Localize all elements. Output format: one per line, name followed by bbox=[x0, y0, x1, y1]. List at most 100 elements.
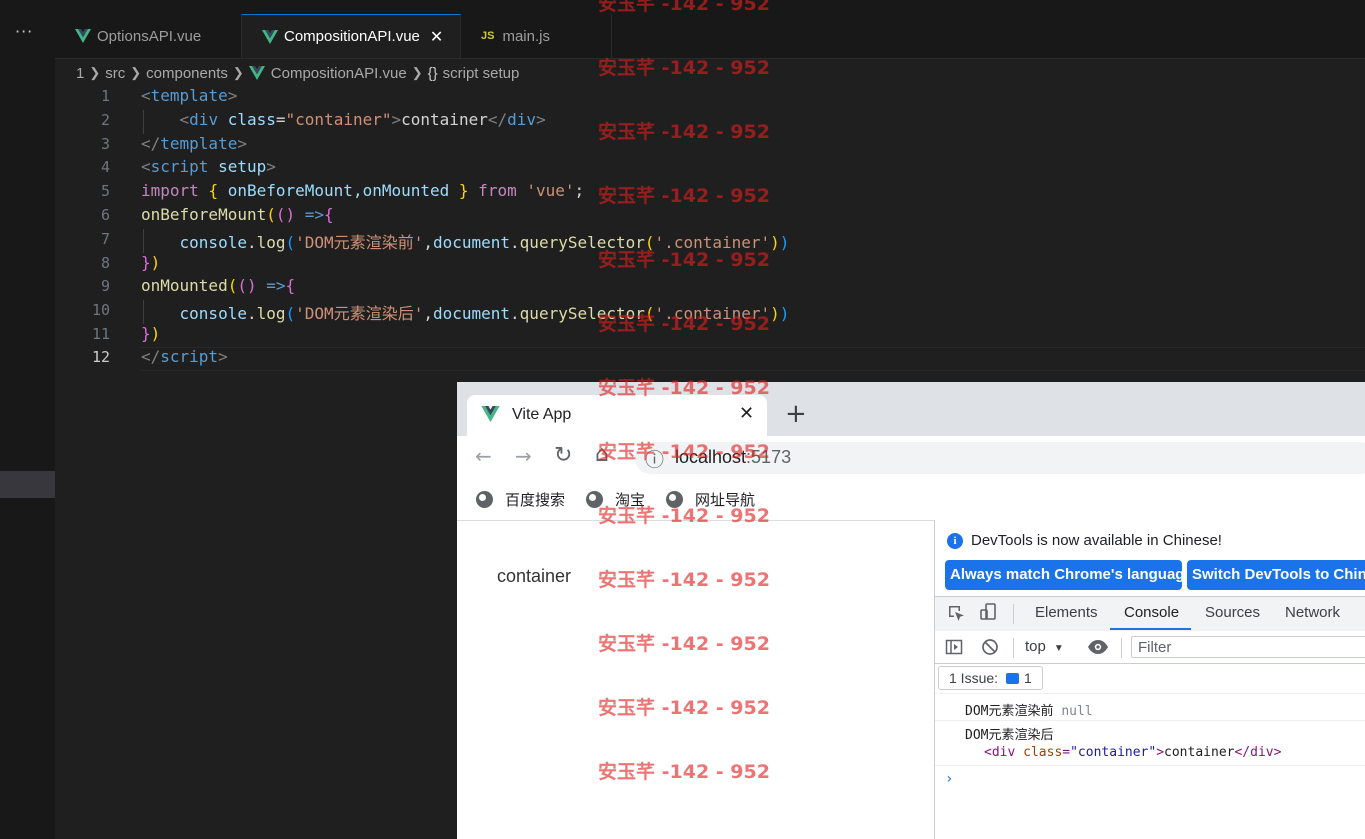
context-label: top bbox=[1025, 638, 1046, 655]
browser-tab-title: Vite App bbox=[512, 406, 572, 423]
console-prompt[interactable]: › bbox=[945, 771, 953, 787]
line-number: 4 bbox=[100, 158, 110, 176]
line-number-current: 12 bbox=[91, 348, 110, 366]
breadcrumb-components[interactable]: components bbox=[146, 65, 228, 82]
divider bbox=[935, 765, 1365, 766]
console-element-node[interactable]: <div class="container">container</div> bbox=[984, 745, 1281, 760]
tab-console[interactable]: Console bbox=[1124, 604, 1179, 621]
browser-window: Vite App ✕ + ← → ↻ ⌂ ⓘ localhost:5173 百度… bbox=[457, 382, 1365, 839]
clear-console-icon[interactable] bbox=[981, 638, 999, 656]
bookmark-label: 网址导航 bbox=[695, 492, 756, 509]
tab-label: OptionsAPI.vue bbox=[97, 27, 202, 45]
code-line[interactable]: console.log('DOM元素渲染后',document.querySel… bbox=[141, 300, 790, 324]
code-line[interactable]: <script setup> bbox=[141, 157, 276, 176]
chevron-right-icon: ❯ bbox=[232, 65, 244, 80]
page-container-text: container bbox=[497, 566, 572, 586]
line-number: 2 bbox=[100, 111, 110, 129]
new-tab-button[interactable]: + bbox=[785, 399, 807, 429]
bookmark-label: 百度搜索 bbox=[505, 492, 566, 509]
line-number: 11 bbox=[91, 325, 110, 343]
active-tab-indicator bbox=[1110, 628, 1191, 630]
line-number: 5 bbox=[100, 182, 110, 200]
tab-options-api[interactable]: OptionsAPI.vue bbox=[55, 14, 242, 58]
line-number: 10 bbox=[91, 301, 110, 319]
tab-elements[interactable]: Elements bbox=[1035, 604, 1098, 621]
tab-main-js[interactable]: JS main.js bbox=[461, 14, 612, 58]
symbol-namespace-icon: {} bbox=[427, 64, 438, 82]
watermark-text: 安玉芊 -142 - 952 bbox=[598, 121, 770, 143]
code-line[interactable]: </template> bbox=[141, 134, 247, 153]
line-number: 6 bbox=[100, 206, 110, 224]
back-icon[interactable]: ← bbox=[475, 444, 492, 468]
bookmark-item[interactable]: 百度搜索 bbox=[476, 489, 565, 510]
toolbar-divider bbox=[1013, 604, 1014, 624]
issue-message-icon bbox=[1006, 672, 1020, 684]
sidebar-toggle-icon[interactable] bbox=[945, 638, 963, 656]
context-selector[interactable]: top ▼ bbox=[1025, 638, 1064, 655]
forward-icon[interactable]: → bbox=[515, 444, 532, 468]
issue-count: 1 bbox=[1024, 670, 1032, 686]
line-number: 1 bbox=[100, 87, 110, 105]
chevron-right-icon: ❯ bbox=[411, 65, 423, 80]
code-line[interactable]: }) bbox=[141, 324, 160, 343]
console-message: DOM元素渲染前 null bbox=[965, 704, 1093, 719]
breadcrumb-file[interactable]: CompositionAPI.vue bbox=[271, 65, 407, 82]
bookmark-item[interactable]: 网址导航 bbox=[666, 489, 755, 510]
title-bar bbox=[0, 0, 1365, 14]
tab-composition-api[interactable]: CompositionAPI.vue ✕ bbox=[242, 14, 461, 58]
code-line[interactable]: console.log('DOM元素渲染前',document.querySel… bbox=[141, 229, 790, 253]
issue-label: 1 Issue: bbox=[949, 670, 999, 686]
issues-counter[interactable]: 1 Issue: 1 bbox=[938, 666, 1043, 690]
globe-icon bbox=[476, 491, 493, 508]
switch-chinese-button[interactable]: Switch DevTools to Chinese bbox=[1187, 560, 1365, 590]
info-icon: i bbox=[947, 532, 963, 549]
line-number: 9 bbox=[100, 277, 110, 295]
tab-network[interactable]: Network bbox=[1285, 604, 1340, 621]
vue-icon bbox=[248, 66, 265, 80]
home-icon[interactable]: ⌂ bbox=[595, 442, 609, 467]
tab-sources[interactable]: Sources bbox=[1205, 604, 1260, 621]
reload-icon[interactable]: ↻ bbox=[554, 443, 572, 468]
address-url[interactable]: localhost:5173 bbox=[675, 447, 791, 468]
code-line[interactable]: }) bbox=[141, 253, 160, 272]
site-info-icon[interactable]: ⓘ bbox=[645, 445, 664, 472]
toolbar-divider bbox=[1013, 638, 1014, 658]
tab-label: CompositionAPI.vue bbox=[284, 28, 420, 45]
devtools-panel: i DevTools is now available in Chinese! … bbox=[934, 520, 1365, 839]
device-toolbar-icon[interactable] bbox=[979, 602, 999, 622]
breadcrumb-symbol[interactable]: script setup bbox=[443, 65, 520, 82]
more-actions-icon[interactable]: ··· bbox=[15, 22, 33, 41]
chevron-right-icon: ❯ bbox=[130, 65, 142, 80]
close-icon[interactable]: ✕ bbox=[430, 27, 443, 47]
code-line[interactable]: </script> bbox=[141, 347, 228, 366]
breadcrumb-num[interactable]: 1 bbox=[76, 65, 84, 82]
match-language-button[interactable]: Always match Chrome's language bbox=[945, 560, 1182, 590]
tab-label: main.js bbox=[502, 27, 550, 45]
code-line[interactable]: import { onBeforeMount,onMounted } from … bbox=[141, 181, 584, 200]
bookmark-item[interactable]: 淘宝 bbox=[586, 489, 645, 510]
breadcrumb-src[interactable]: src bbox=[105, 65, 125, 82]
inspect-element-icon[interactable] bbox=[947, 604, 965, 622]
url-port: :5173 bbox=[746, 447, 792, 467]
vue-icon bbox=[262, 29, 278, 44]
activity-bar-selection[interactable] bbox=[0, 471, 55, 498]
globe-icon bbox=[586, 491, 603, 508]
devtools-language-notice: i DevTools is now available in Chinese! bbox=[947, 532, 1222, 549]
code-line[interactable]: onMounted(() =>{ bbox=[141, 276, 295, 295]
live-expression-eye-icon[interactable] bbox=[1087, 639, 1109, 655]
close-icon[interactable]: ✕ bbox=[739, 403, 754, 424]
divider bbox=[935, 720, 1365, 721]
code-line[interactable]: <template> bbox=[141, 86, 237, 105]
filter-input[interactable]: Filter bbox=[1131, 636, 1365, 658]
current-line-highlight bbox=[140, 347, 1365, 371]
code-line[interactable]: <div class="container">container</div> bbox=[141, 110, 546, 129]
line-number: 8 bbox=[100, 254, 110, 272]
toolbar-divider bbox=[1121, 638, 1122, 658]
url-host: localhost bbox=[675, 447, 747, 467]
console-message: DOM元素渲染后 bbox=[965, 728, 1054, 743]
vue-icon bbox=[75, 29, 91, 43]
bookmark-label: 淘宝 bbox=[615, 492, 646, 509]
code-line[interactable]: onBeforeMount(() =>{ bbox=[141, 205, 334, 224]
vue-icon bbox=[481, 406, 500, 422]
notice-text: DevTools is now available in Chinese! bbox=[971, 532, 1222, 549]
